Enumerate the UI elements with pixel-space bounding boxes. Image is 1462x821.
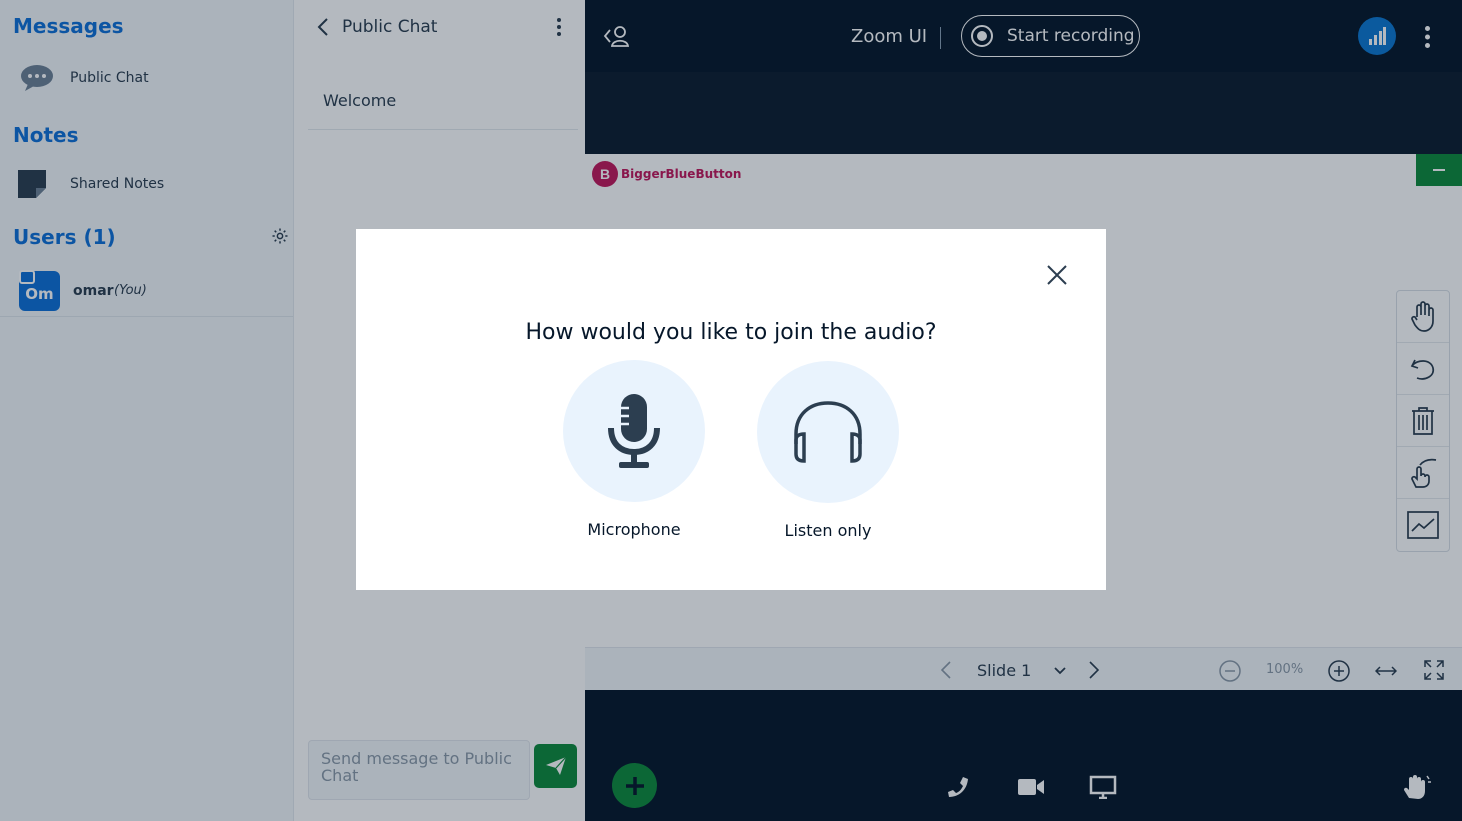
listen-only-circle[interactable] (757, 361, 899, 503)
close-modal-button[interactable] (1045, 263, 1071, 289)
microphone-icon (605, 392, 663, 470)
modal-question: How would you like to join the audio? (525, 320, 937, 345)
listen-only-option-button[interactable]: Listen only (757, 361, 899, 540)
headphones-icon (790, 400, 866, 464)
close-icon (1045, 263, 1071, 287)
microphone-option-button[interactable]: Microphone (563, 360, 705, 539)
listen-only-label: Listen only (784, 521, 872, 540)
join-audio-modal: How would you like to join the audio? Mi… (356, 229, 1106, 590)
microphone-circle[interactable] (563, 360, 705, 502)
microphone-label: Microphone (587, 520, 681, 539)
